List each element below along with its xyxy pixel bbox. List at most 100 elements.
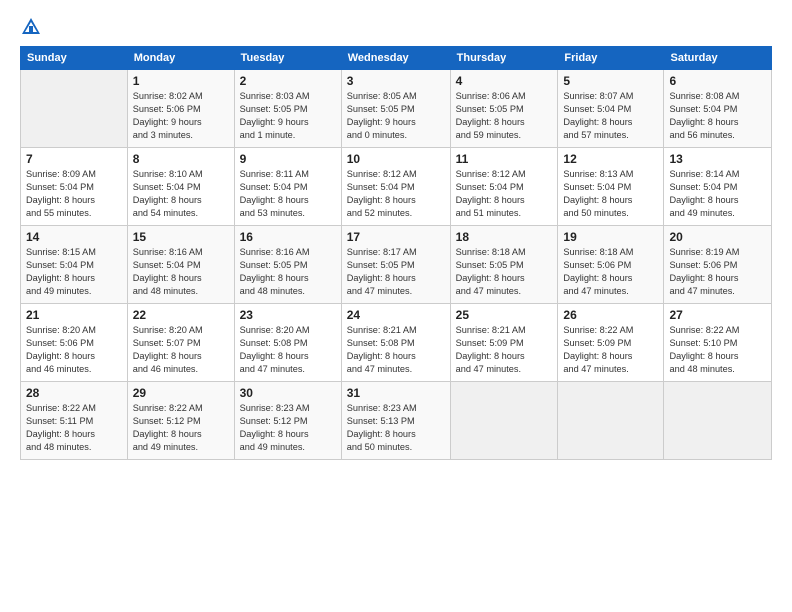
calendar-cell: 3 Sunrise: 8:05 AM Sunset: 5:05 PM Daylig… <box>341 70 450 148</box>
calendar-cell: 28 Sunrise: 8:22 AM Sunset: 5:11 PM Dayli… <box>21 382 128 460</box>
calendar-cell: 9Sunrise: 8:11 AM Sunset: 5:04 PM Daylig… <box>234 148 341 226</box>
calendar-cell <box>664 382 772 460</box>
cell-sun-info: Sunrise: 8:02 AM Sunset: 5:06 PM Dayligh… <box>133 90 229 142</box>
day-number: 26 <box>563 308 658 322</box>
cell-sun-info: Sunrise: 8:22 AM Sunset: 5:09 PM Dayligh… <box>563 324 658 376</box>
day-number: 2 <box>240 74 336 88</box>
calendar-cell: 26 Sunrise: 8:22 AM Sunset: 5:09 PM Dayli… <box>558 304 664 382</box>
cell-sun-info: Sunrise: 8:21 AM Sunset: 5:09 PM Dayligh… <box>456 324 553 376</box>
cell-sun-info: Sunrise: 8:05 AM Sunset: 5:05 PM Dayligh… <box>347 90 445 142</box>
day-number: 11 <box>456 152 553 166</box>
calendar-cell: 12 Sunrise: 8:13 AM Sunset: 5:04 PM Dayli… <box>558 148 664 226</box>
day-number: 31 <box>347 386 445 400</box>
cell-sun-info: Sunrise: 8:07 AM Sunset: 5:04 PM Dayligh… <box>563 90 658 142</box>
calendar-cell <box>450 382 558 460</box>
calendar-cell: 19 Sunrise: 8:18 AM Sunset: 5:06 PM Dayli… <box>558 226 664 304</box>
cell-sun-info: Sunrise: 8:12 AM Sunset: 5:04 PM Dayligh… <box>347 168 445 220</box>
day-number: 1 <box>133 74 229 88</box>
day-number: 24 <box>347 308 445 322</box>
day-number: 17 <box>347 230 445 244</box>
cell-sun-info: Sunrise: 8:22 AM Sunset: 5:11 PM Dayligh… <box>26 402 122 454</box>
day-number: 29 <box>133 386 229 400</box>
calendar-cell: 16 Sunrise: 8:16 AM Sunset: 5:05 PM Dayli… <box>234 226 341 304</box>
cell-sun-info: Sunrise: 8:14 AM Sunset: 5:04 PM Dayligh… <box>669 168 766 220</box>
calendar-cell: 6 Sunrise: 8:08 AM Sunset: 5:04 PM Daylig… <box>664 70 772 148</box>
calendar-cell: 1 Sunrise: 8:02 AM Sunset: 5:06 PM Daylig… <box>127 70 234 148</box>
day-number: 6 <box>669 74 766 88</box>
day-number: 13 <box>669 152 766 166</box>
cell-sun-info: Sunrise: 8:13 AM Sunset: 5:04 PM Dayligh… <box>563 168 658 220</box>
day-number: 27 <box>669 308 766 322</box>
weekday-header-row: SundayMondayTuesdayWednesdayThursdayFrid… <box>21 47 772 70</box>
day-number: 8 <box>133 152 229 166</box>
calendar-cell: 13 Sunrise: 8:14 AM Sunset: 5:04 PM Dayli… <box>664 148 772 226</box>
calendar-row-0: 1 Sunrise: 8:02 AM Sunset: 5:06 PM Daylig… <box>21 70 772 148</box>
cell-sun-info: Sunrise: 8:08 AM Sunset: 5:04 PM Dayligh… <box>669 90 766 142</box>
cell-sun-info: Sunrise: 8:20 AM Sunset: 5:07 PM Dayligh… <box>133 324 229 376</box>
day-number: 15 <box>133 230 229 244</box>
cell-sun-info: Sunrise: 8:15 AM Sunset: 5:04 PM Dayligh… <box>26 246 122 298</box>
day-number: 14 <box>26 230 122 244</box>
calendar-cell: 2 Sunrise: 8:03 AM Sunset: 5:05 PM Daylig… <box>234 70 341 148</box>
day-number: 19 <box>563 230 658 244</box>
calendar-cell: 23 Sunrise: 8:20 AM Sunset: 5:08 PM Dayli… <box>234 304 341 382</box>
day-number: 12 <box>563 152 658 166</box>
calendar-cell: 4 Sunrise: 8:06 AM Sunset: 5:05 PM Daylig… <box>450 70 558 148</box>
day-number: 22 <box>133 308 229 322</box>
calendar-cell: 27 Sunrise: 8:22 AM Sunset: 5:10 PM Dayli… <box>664 304 772 382</box>
weekday-header-friday: Friday <box>558 47 664 70</box>
calendar-row-3: 21Sunrise: 8:20 AM Sunset: 5:06 PM Dayli… <box>21 304 772 382</box>
calendar-cell: 20Sunrise: 8:19 AM Sunset: 5:06 PM Dayli… <box>664 226 772 304</box>
weekday-header-wednesday: Wednesday <box>341 47 450 70</box>
day-number: 23 <box>240 308 336 322</box>
cell-sun-info: Sunrise: 8:09 AM Sunset: 5:04 PM Dayligh… <box>26 168 122 220</box>
cell-sun-info: Sunrise: 8:06 AM Sunset: 5:05 PM Dayligh… <box>456 90 553 142</box>
calendar-cell: 31 Sunrise: 8:23 AM Sunset: 5:13 PM Dayli… <box>341 382 450 460</box>
calendar-cell: 17Sunrise: 8:17 AM Sunset: 5:05 PM Dayli… <box>341 226 450 304</box>
weekday-header-tuesday: Tuesday <box>234 47 341 70</box>
calendar-body: 1 Sunrise: 8:02 AM Sunset: 5:06 PM Daylig… <box>21 70 772 460</box>
cell-sun-info: Sunrise: 8:16 AM Sunset: 5:04 PM Dayligh… <box>133 246 229 298</box>
calendar-page: SundayMondayTuesdayWednesdayThursdayFrid… <box>0 0 792 612</box>
calendar-cell: 11 Sunrise: 8:12 AM Sunset: 5:04 PM Dayli… <box>450 148 558 226</box>
calendar-cell: 7 Sunrise: 8:09 AM Sunset: 5:04 PM Daylig… <box>21 148 128 226</box>
calendar-row-2: 14 Sunrise: 8:15 AM Sunset: 5:04 PM Dayli… <box>21 226 772 304</box>
calendar-cell: 10Sunrise: 8:12 AM Sunset: 5:04 PM Dayli… <box>341 148 450 226</box>
calendar-row-1: 7 Sunrise: 8:09 AM Sunset: 5:04 PM Daylig… <box>21 148 772 226</box>
calendar-table: SundayMondayTuesdayWednesdayThursdayFrid… <box>20 46 772 460</box>
header <box>20 16 772 38</box>
day-number: 25 <box>456 308 553 322</box>
logo <box>20 16 46 38</box>
day-number: 4 <box>456 74 553 88</box>
cell-sun-info: Sunrise: 8:16 AM Sunset: 5:05 PM Dayligh… <box>240 246 336 298</box>
day-number: 16 <box>240 230 336 244</box>
day-number: 7 <box>26 152 122 166</box>
cell-sun-info: Sunrise: 8:19 AM Sunset: 5:06 PM Dayligh… <box>669 246 766 298</box>
cell-sun-info: Sunrise: 8:22 AM Sunset: 5:10 PM Dayligh… <box>669 324 766 376</box>
cell-sun-info: Sunrise: 8:10 AM Sunset: 5:04 PM Dayligh… <box>133 168 229 220</box>
cell-sun-info: Sunrise: 8:20 AM Sunset: 5:08 PM Dayligh… <box>240 324 336 376</box>
day-number: 5 <box>563 74 658 88</box>
day-number: 18 <box>456 230 553 244</box>
calendar-cell <box>558 382 664 460</box>
cell-sun-info: Sunrise: 8:03 AM Sunset: 5:05 PM Dayligh… <box>240 90 336 142</box>
weekday-header-thursday: Thursday <box>450 47 558 70</box>
calendar-cell <box>21 70 128 148</box>
calendar-cell: 29Sunrise: 8:22 AM Sunset: 5:12 PM Dayli… <box>127 382 234 460</box>
calendar-cell: 15 Sunrise: 8:16 AM Sunset: 5:04 PM Dayli… <box>127 226 234 304</box>
day-number: 9 <box>240 152 336 166</box>
cell-sun-info: Sunrise: 8:18 AM Sunset: 5:06 PM Dayligh… <box>563 246 658 298</box>
calendar-row-4: 28 Sunrise: 8:22 AM Sunset: 5:11 PM Dayli… <box>21 382 772 460</box>
day-number: 28 <box>26 386 122 400</box>
day-number: 30 <box>240 386 336 400</box>
cell-sun-info: Sunrise: 8:23 AM Sunset: 5:12 PM Dayligh… <box>240 402 336 454</box>
cell-sun-info: Sunrise: 8:12 AM Sunset: 5:04 PM Dayligh… <box>456 168 553 220</box>
day-number: 3 <box>347 74 445 88</box>
calendar-cell: 25 Sunrise: 8:21 AM Sunset: 5:09 PM Dayli… <box>450 304 558 382</box>
weekday-header-sunday: Sunday <box>21 47 128 70</box>
cell-sun-info: Sunrise: 8:23 AM Sunset: 5:13 PM Dayligh… <box>347 402 445 454</box>
cell-sun-info: Sunrise: 8:18 AM Sunset: 5:05 PM Dayligh… <box>456 246 553 298</box>
weekday-header-monday: Monday <box>127 47 234 70</box>
calendar-cell: 22 Sunrise: 8:20 AM Sunset: 5:07 PM Dayli… <box>127 304 234 382</box>
calendar-cell: 30 Sunrise: 8:23 AM Sunset: 5:12 PM Dayli… <box>234 382 341 460</box>
